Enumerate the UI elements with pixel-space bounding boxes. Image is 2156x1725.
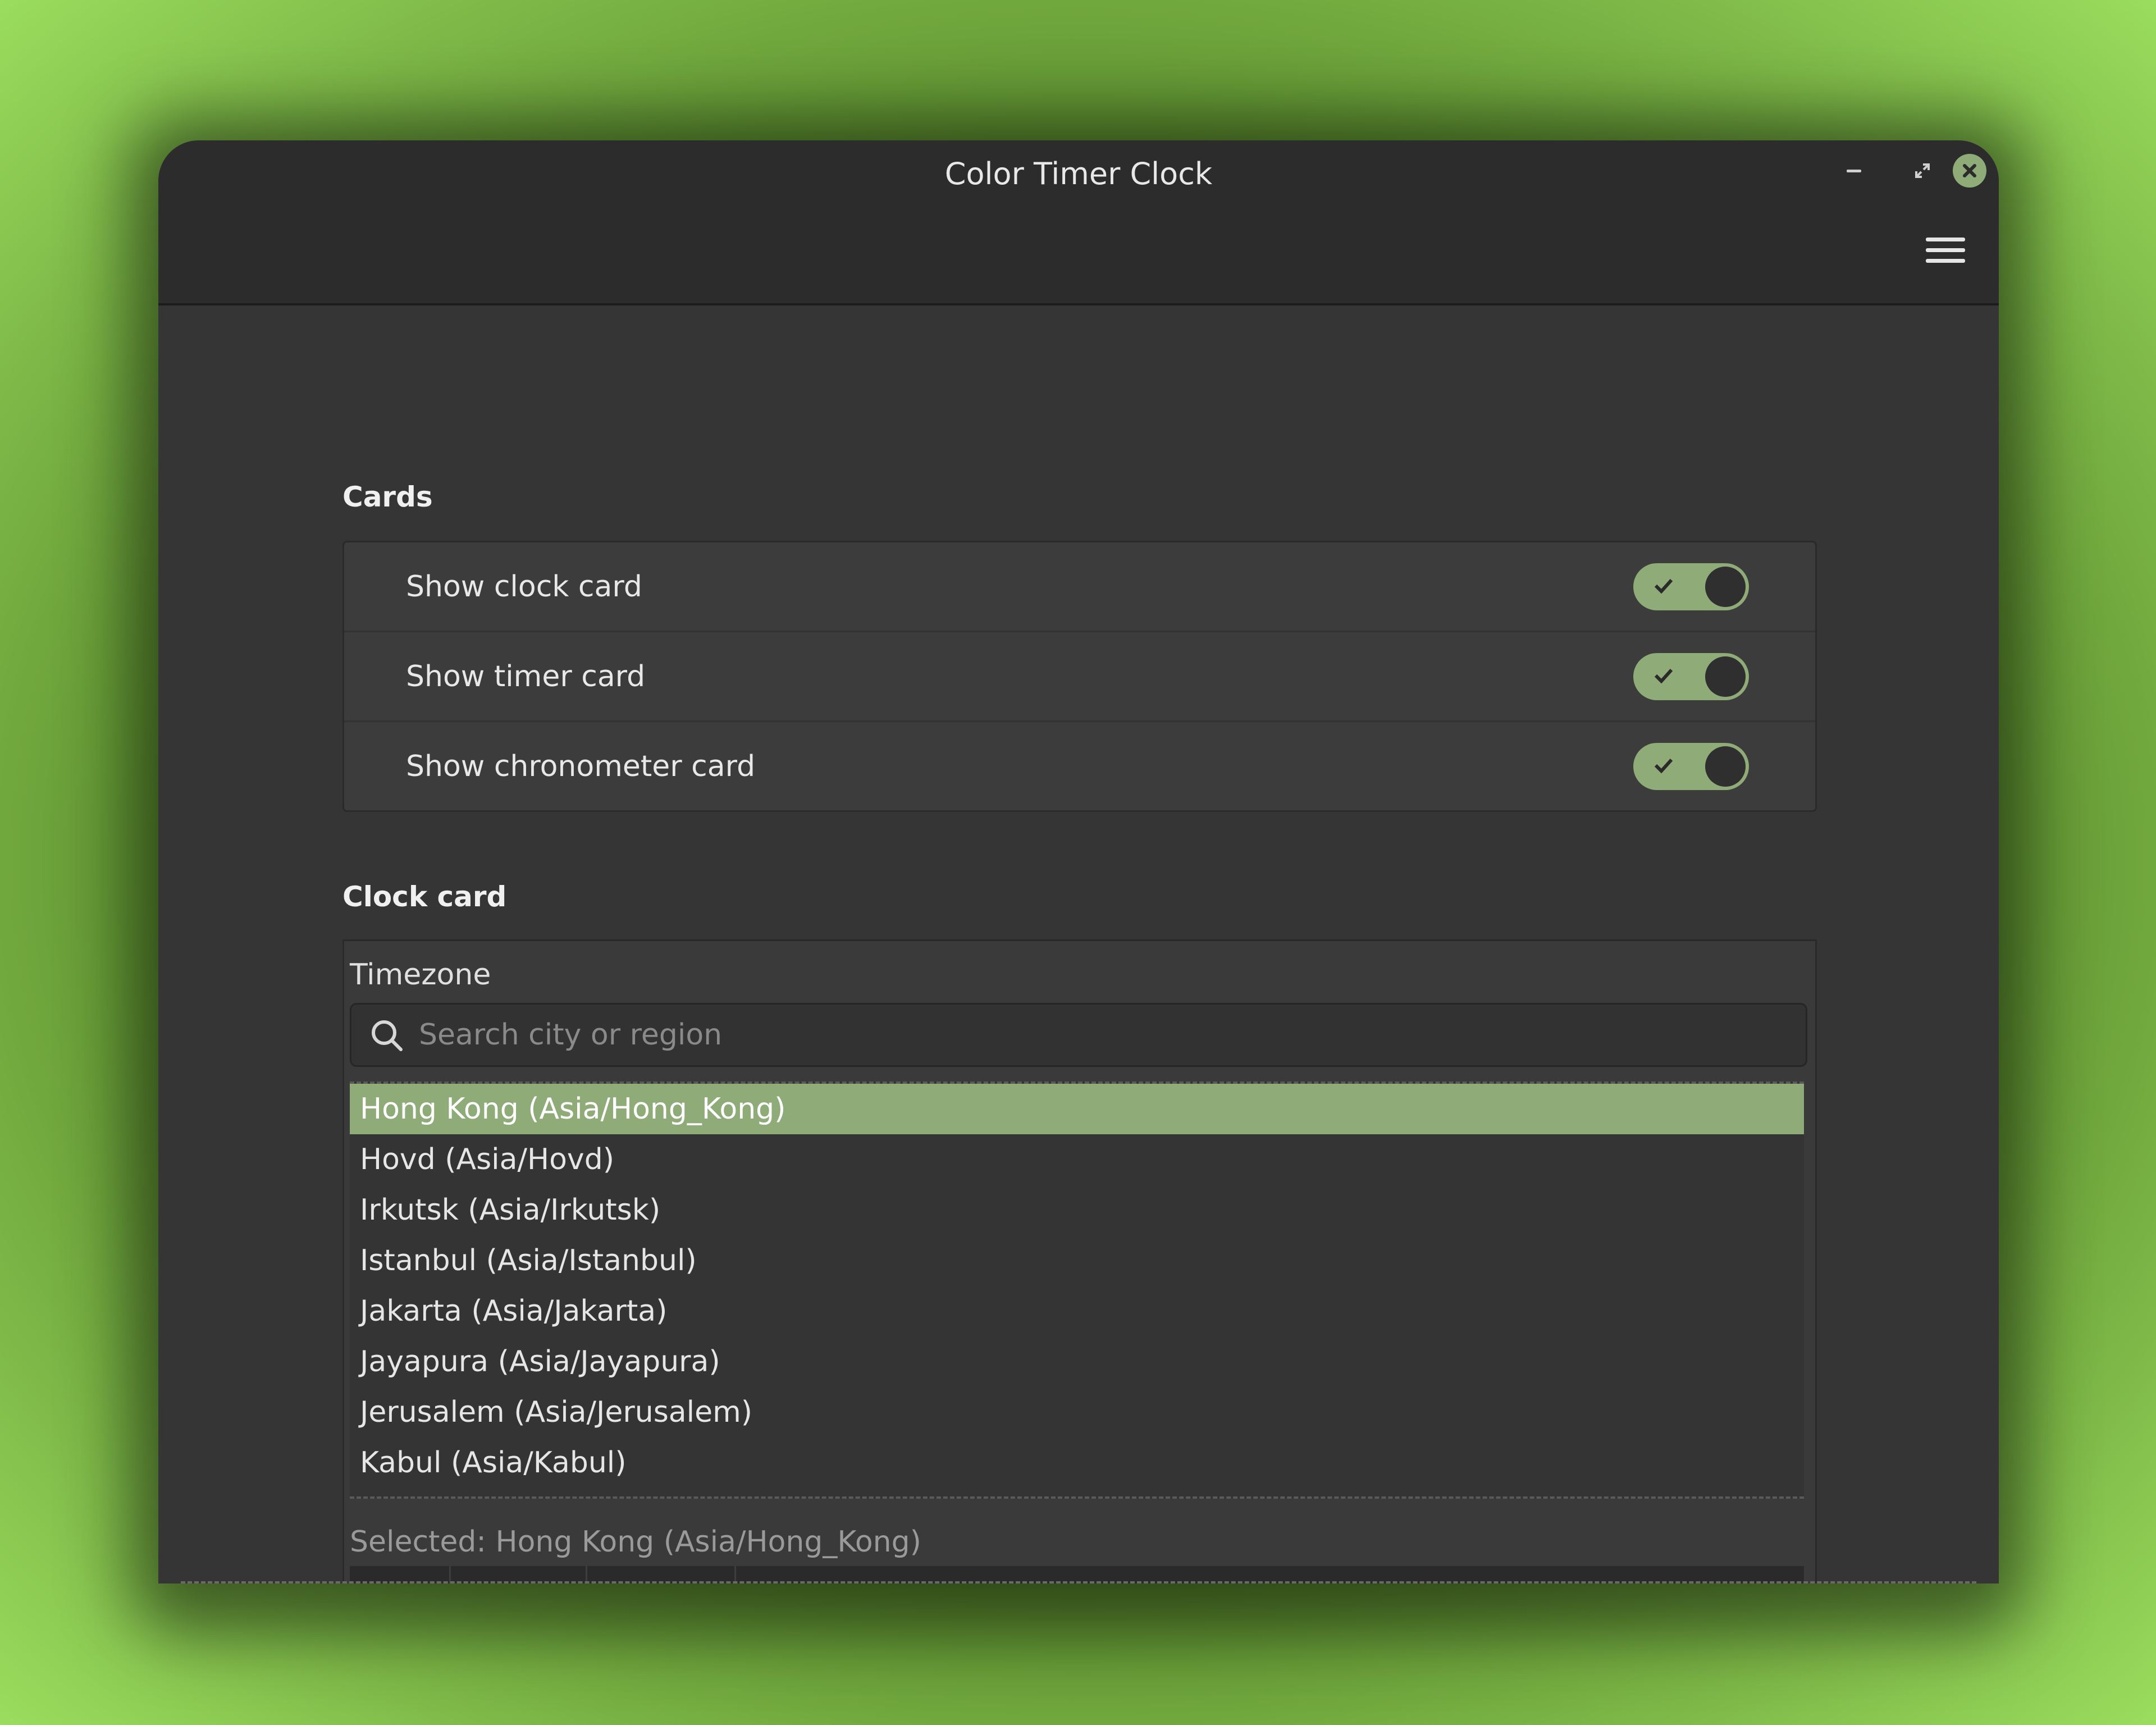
cards-list: Show clock card Show timer card Show chr…: [342, 541, 1817, 812]
checkmark-icon: [1654, 578, 1673, 594]
timezone-list-item[interactable]: Jerusalem (Asia/Jerusalem): [350, 1387, 1804, 1438]
timezone-list-item[interactable]: Hong Kong (Asia/Hong_Kong): [350, 1084, 1804, 1134]
search-icon: [372, 1020, 403, 1051]
search-placeholder: Search city or region: [419, 1018, 723, 1052]
hamburger-menu-button[interactable]: [1926, 230, 1965, 270]
close-icon: [1953, 154, 1986, 188]
app-window: Color Timer Clock Cards Show clock card …: [158, 140, 1999, 1583]
show-clock-card-switch[interactable]: [1633, 563, 1749, 610]
show-timer-card-row: Show timer card: [344, 632, 1815, 722]
show-chronometer-card-label: Show chronometer card: [406, 749, 756, 783]
show-clock-card-label: Show clock card: [406, 569, 642, 604]
show-timer-card-label: Show timer card: [406, 659, 646, 693]
close-button[interactable]: [1953, 154, 1986, 188]
timezone-search-input[interactable]: Search city or region: [350, 1003, 1807, 1067]
scroll-edge-indicator: [181, 1581, 1976, 1583]
show-clock-card-row: Show clock card: [344, 542, 1815, 632]
header-bar: Color Timer Clock: [158, 140, 1999, 305]
minimize-button[interactable]: [1837, 154, 1871, 188]
cards-section-title: Cards: [342, 481, 433, 513]
timezone-label: Timezone: [350, 958, 491, 992]
timezone-list-item[interactable]: Irkutsk (Asia/Irkutsk): [350, 1185, 1804, 1235]
timezone-list-item[interactable]: Kabul (Asia/Kabul): [350, 1438, 1804, 1488]
switch-knob: [1705, 567, 1746, 607]
clock-card-section-title: Clock card: [342, 880, 507, 913]
timezone-list-item[interactable]: Istanbul (Asia/Istanbul): [350, 1235, 1804, 1286]
minimize-icon: [1847, 169, 1861, 172]
checkmark-icon: [1654, 668, 1673, 684]
show-timer-card-switch[interactable]: [1633, 653, 1749, 700]
window-title: Color Timer Clock: [944, 156, 1213, 191]
timezone-list-item[interactable]: Jayapura (Asia/Jayapura): [350, 1336, 1804, 1387]
switch-knob: [1705, 746, 1746, 787]
selected-timezone-text: Selected: Hong Kong (Asia/Hong_Kong): [350, 1525, 921, 1559]
switch-knob: [1705, 656, 1746, 697]
clock-card-panel: Timezone Search city or region Hong Kong…: [342, 939, 1817, 1583]
timezone-list-item[interactable]: Jakarta (Asia/Jakarta): [350, 1286, 1804, 1336]
show-chronometer-card-row: Show chronometer card: [344, 722, 1815, 810]
restore-icon: [1915, 163, 1930, 178]
show-chronometer-card-switch[interactable]: [1633, 743, 1749, 790]
timezone-list-item[interactable]: Hovd (Asia/Hovd): [350, 1134, 1804, 1185]
restore-button[interactable]: [1906, 154, 1939, 188]
timezone-list[interactable]: Hong Kong (Asia/Hong_Kong) Hovd (Asia/Ho…: [350, 1081, 1804, 1499]
checkmark-icon: [1654, 758, 1673, 774]
hamburger-menu-icon: [1926, 237, 1965, 241]
hamburger-line: [1926, 258, 1965, 263]
hamburger-line: [1926, 248, 1965, 252]
